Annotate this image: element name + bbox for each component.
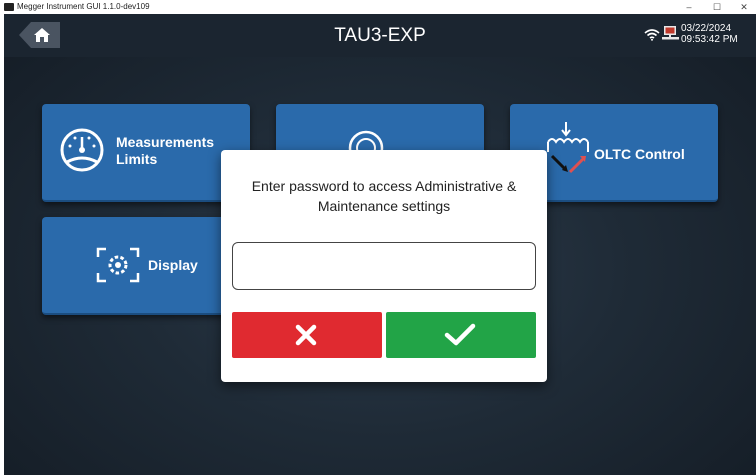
cancel-button[interactable] xyxy=(232,312,382,358)
password-dialog: Enter password to access Administrative … xyxy=(221,150,547,382)
pc-connection-icon xyxy=(662,26,679,40)
time-text: 09:53:42 PM xyxy=(681,34,738,45)
wifi-icon xyxy=(644,29,660,41)
tile-label: Display xyxy=(148,257,198,273)
tile-label-line1: Measurements xyxy=(116,134,215,150)
app-header: TAU3-EXP 03/22/2024 09:53:42 PM xyxy=(4,14,756,57)
tile-label: Measurements Limits xyxy=(116,134,214,168)
tile-display[interactable]: Display xyxy=(42,217,250,315)
maximize-button[interactable]: ☐ xyxy=(706,0,728,14)
window-titlebar: Megger Instrument GUI 1.1.0-dev109 – ☐ ✕ xyxy=(0,0,756,14)
app-icon xyxy=(4,3,14,11)
confirm-button[interactable] xyxy=(386,312,536,358)
dialog-message: Enter password to access Administrative … xyxy=(251,178,517,214)
oltc-icon xyxy=(547,122,589,174)
home-icon xyxy=(34,28,50,42)
check-icon xyxy=(444,323,476,346)
datetime: 03/22/2024 09:53:42 PM xyxy=(681,23,738,45)
tile-label-line2: Limits xyxy=(116,151,158,167)
window-title: Megger Instrument GUI 1.1.0-dev109 xyxy=(17,2,150,11)
home-button[interactable] xyxy=(19,22,60,48)
tile-measurements-limits[interactable]: Measurements Limits xyxy=(42,104,250,202)
password-input[interactable] xyxy=(232,242,536,290)
minimize-button[interactable]: – xyxy=(678,0,700,14)
date-text: 03/22/2024 xyxy=(681,23,732,34)
close-window-button[interactable]: ✕ xyxy=(733,0,755,14)
close-icon xyxy=(295,324,317,346)
status-area: 03/22/2024 09:53:42 PM xyxy=(644,22,756,50)
gauge-icon xyxy=(60,128,104,172)
tile-label: OLTC Control xyxy=(594,146,685,162)
display-settings-icon xyxy=(96,247,140,283)
